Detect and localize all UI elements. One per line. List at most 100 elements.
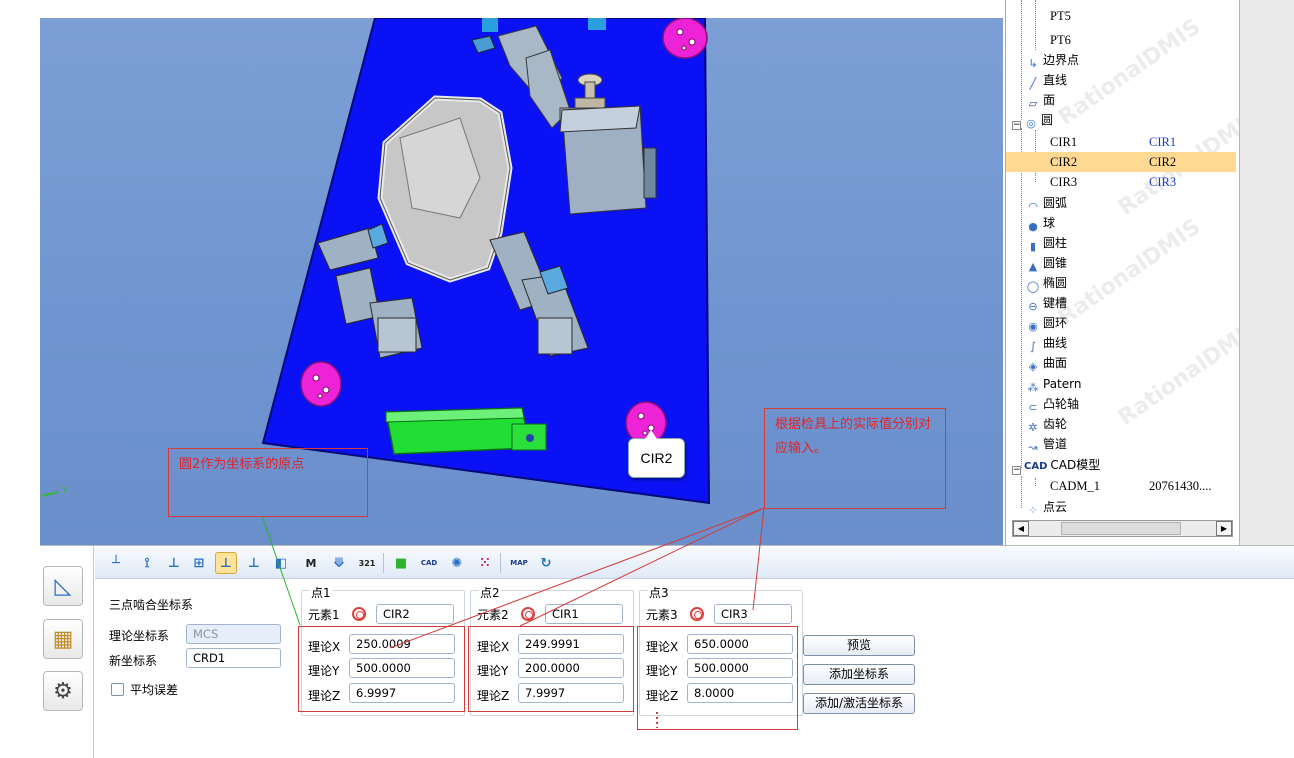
green-cube-icon[interactable]: ■ [390, 552, 412, 574]
origin-annotation: 圆2作为坐标系的原点 [168, 448, 368, 517]
tree-item-cir3[interactable]: CIR3 CIR3 [1006, 172, 1236, 192]
theory-coord-label: 理论坐标系 [109, 629, 170, 643]
pattern-icon: ⁂ [1027, 381, 1039, 394]
tree-item-pattern[interactable]: ⁂ Patern [1026, 374, 1240, 394]
sphere-icon: ● [1028, 220, 1038, 233]
cylinder-icon: ▮ [1029, 240, 1037, 253]
element2-field[interactable]: CIR1 [545, 604, 623, 624]
coordinate-tool-button[interactable]: ▦ [43, 619, 83, 659]
torus-icon: ◉ [1028, 320, 1038, 333]
tree-item-cadm1[interactable]: CADM_1 20761430.... [1006, 476, 1236, 496]
tree-item-curve[interactable]: ∫ 曲线 [1026, 333, 1240, 353]
target-icon[interactable] [690, 607, 704, 621]
circle-points-icon[interactable]: ⁙ [474, 552, 496, 574]
tree-item-circle-group[interactable]: − ◎ 圆 [1012, 110, 1240, 130]
map-icon[interactable]: MAP [508, 552, 530, 574]
input-annotation: 根据检具上的实际值分别对应输入。 [764, 408, 946, 509]
preview-button[interactable]: 预览 [803, 635, 915, 656]
tree-item-cone[interactable]: ▲ 圆锥 [1026, 253, 1240, 273]
element1-field[interactable]: CIR2 [376, 604, 454, 624]
rotate-icon[interactable]: ↻ [535, 552, 557, 574]
cone-icon: ▲ [1028, 260, 1038, 273]
tree-item-camshaft[interactable]: ⊂ 凸轮轴 [1026, 394, 1240, 414]
cir2-tooltip: CIR2 [628, 430, 685, 478]
target-icon[interactable] [521, 607, 535, 621]
tree-item-boundary-point[interactable]: ↳ 边界点 [1026, 50, 1240, 70]
three-point-icon[interactable]: ⊥ [215, 552, 237, 574]
new-coord-field[interactable]: CRD1 [186, 648, 281, 668]
theory-coord-field[interactable]: MCS [186, 624, 281, 644]
collapse-toggle-icon[interactable]: − [1012, 121, 1021, 130]
tree-item-pt5[interactable]: PT5 [1050, 6, 1240, 26]
arc-icon: ◠ [1028, 200, 1038, 213]
add-coord-button[interactable]: 添加坐标系 [803, 664, 915, 685]
plane-icon: ▱ [1028, 97, 1038, 110]
line-plane-icon[interactable]: ⊥ [163, 552, 185, 574]
tree-item-cir2[interactable]: CIR2 CIR2 [1006, 152, 1236, 172]
tree-item-torus[interactable]: ◉ 圆环 [1026, 313, 1240, 333]
translate-icon[interactable]: ⟱ [328, 552, 350, 574]
matrix-icon[interactable]: M [300, 552, 322, 574]
tree-item-cylinder[interactable]: ▮ 圆柱 [1026, 233, 1240, 253]
tree-item-pipe[interactable]: ↝ 管道 [1026, 434, 1240, 454]
ruler-icon: ◺ [54, 573, 72, 599]
divider [93, 546, 94, 758]
element3-label: 元素3 [646, 608, 678, 622]
cube-icon[interactable]: ◧ [270, 552, 292, 574]
app-window: Y CIR2 RationalDMIS RationalDMIS Rationa… [0, 0, 1294, 758]
gear-icon[interactable]: ✺ [446, 552, 468, 574]
highlight-box [298, 626, 465, 712]
plane-icon[interactable]: ⊞ [188, 552, 210, 574]
tree-item-surface[interactable]: ◈ 曲面 [1026, 353, 1240, 373]
tree-item-point-cloud[interactable]: ⁘ 点云 [1026, 497, 1240, 517]
pipe-icon: ↝ [1028, 441, 1038, 454]
tree-item-pt6[interactable]: PT6 [1050, 30, 1240, 50]
coordinate-box-icon: ▦ [52, 626, 74, 652]
tree-item-ellipse[interactable]: ◯ 椭圆 [1026, 273, 1240, 293]
element3-field[interactable]: CIR3 [714, 604, 792, 624]
point-cloud-icon: ⁘ [1028, 504, 1038, 517]
tree-item-sphere[interactable]: ● 球 [1026, 213, 1240, 233]
add-activate-coord-button[interactable]: 添加/激活坐标系 [803, 693, 915, 714]
tree-item-arc[interactable]: ◠ 圆弧 [1026, 193, 1240, 213]
highlight-box [468, 626, 634, 712]
axis-align-icon[interactable]: ┴ [105, 552, 127, 574]
rps-321-icon[interactable]: 321 [356, 552, 378, 574]
scroll-thumb[interactable] [1061, 522, 1181, 535]
ruler-tool-button[interactable]: ◺ [43, 566, 83, 606]
tree-panel-frame [1239, 0, 1294, 545]
slot-icon: ⊖ [1028, 300, 1038, 313]
tree-item-line[interactable]: ╱ 直线 [1026, 70, 1240, 90]
curve-icon: ∫ [1030, 340, 1036, 353]
tree-horizontal-scrollbar[interactable]: ◀ ▶ [1012, 520, 1233, 537]
point1-title: 点1 [310, 584, 332, 601]
probe-icon: ⚙ [53, 678, 73, 704]
new-coord-label: 新坐标系 [109, 654, 158, 668]
tree-item-cir1[interactable]: CIR1 CIR1 [1006, 132, 1236, 152]
average-error-checkbox[interactable] [111, 683, 124, 696]
three-axis-icon[interactable]: ⊥ [243, 552, 265, 574]
collapse-toggle-icon[interactable]: − [1012, 466, 1021, 475]
highlight-box [637, 626, 798, 730]
cad-icon: CAD [1024, 461, 1048, 472]
point3-title: 点3 [648, 584, 670, 601]
line-icon: ╱ [1029, 77, 1037, 90]
tree-item-plane[interactable]: ▱ 面 [1026, 90, 1240, 110]
boundary-point-icon: ↳ [1028, 57, 1038, 70]
cad-icon[interactable]: CAD [418, 552, 440, 574]
target-icon[interactable] [352, 607, 366, 621]
tree-item-cad-model[interactable]: − CAD CAD模型 [1012, 455, 1240, 475]
point2-title: 点2 [479, 584, 501, 601]
scroll-left-icon[interactable]: ◀ [1013, 521, 1029, 536]
circle-icon: ◎ [1026, 117, 1036, 130]
tree-item-slot[interactable]: ⊖ 键槽 [1026, 293, 1240, 313]
two-line-icon[interactable]: ⟟ [136, 552, 158, 574]
ellipse-icon: ◯ [1026, 280, 1040, 293]
tree-item-gear[interactable]: ✲ 齿轮 [1026, 414, 1240, 434]
axis-y-label: Y [62, 486, 68, 496]
scroll-right-icon[interactable]: ▶ [1216, 521, 1232, 536]
average-error-label: 平均误差 [130, 683, 179, 697]
feature-tree[interactable]: RationalDMIS RationalDMIS RationalDMIS R… [1005, 0, 1240, 545]
element2-label: 元素2 [477, 608, 509, 622]
probe-tool-button[interactable]: ⚙ [43, 671, 83, 711]
